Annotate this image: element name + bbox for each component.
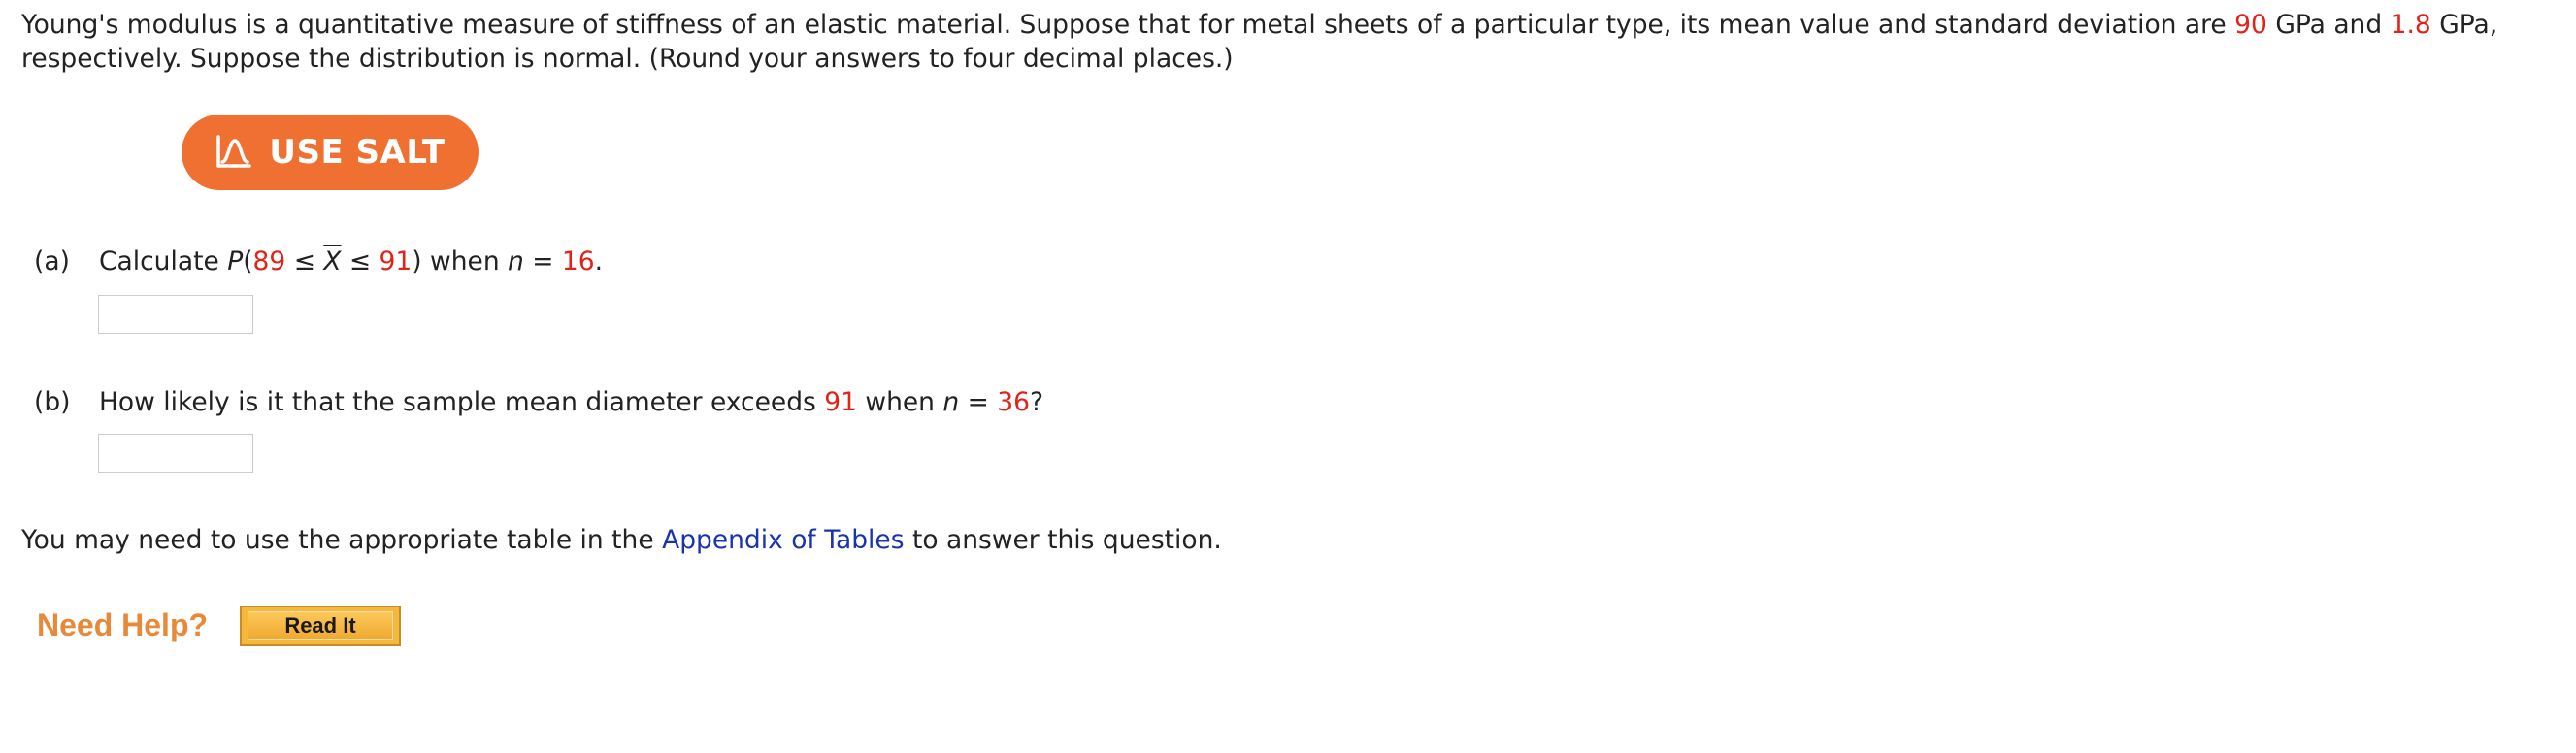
part-a-le-2: ≤ [341,246,380,277]
part-b-threshold: 91 [824,387,857,417]
need-help-label: Need Help? [37,607,209,642]
sd-value: 1.8 [2390,10,2431,40]
appendix-of-tables-link[interactable]: Appendix of Tables [662,525,904,555]
read-it-label: Read It [248,611,393,640]
part-a-p: P [227,246,244,277]
part-a-question: Calculate P(89 ≤ X ≤ 91) when n = 16. [99,246,603,278]
part-a-text-3: . [594,246,604,277]
part-b-n-value: 36 [997,387,1030,417]
part-b-text-1: How likely is it that the sample mean di… [99,387,825,417]
part-a-le-1: ≤ [285,246,324,277]
read-it-button[interactable]: Read It [240,606,401,646]
part-a-n-value: 16 [561,246,595,277]
use-salt-button[interactable]: USE SALT [182,115,479,190]
intro-text-1: Young's modulus is a quantitative measur… [21,10,2235,40]
use-salt-label: USE SALT [269,133,446,172]
part-a-eq: = [523,246,562,277]
part-b-eq: = [959,387,998,417]
mean-value: 90 [2234,10,2267,40]
part-a-lower-bound: 89 [252,246,286,277]
part-a-xbar: X [323,246,342,277]
part-a-upper-bound: 91 [379,246,413,277]
part-b-text-2: when [856,387,943,417]
tables-note-text-1: You may need to use the appropriate tabl… [21,525,663,555]
intro-text-2: GPa and [2266,10,2391,40]
part-b-question: How likely is it that the sample mean di… [99,386,1043,419]
part-a-label: (a) [34,246,70,277]
part-b-n-var: n [942,387,960,417]
part-a-paren-open: ( [243,246,253,277]
part-b-label: (b) [34,387,71,417]
part-b-text-3: ? [1030,387,1044,417]
part-a-paren-close: ) [412,246,422,277]
salt-chart-icon [215,133,253,172]
part-a-text-1: Calculate [99,246,228,277]
question-intro: Young's modulus is a quantitative measur… [21,8,2555,76]
part-b-answer-input[interactable] [98,434,253,473]
tables-note-text-2: to answer this question. [904,525,1222,555]
tables-note: You may need to use the appropriate tabl… [21,524,1222,557]
part-a-answer-input[interactable] [98,295,253,334]
part-a-n-var: n [508,246,524,277]
part-a-text-2: when [421,246,509,277]
